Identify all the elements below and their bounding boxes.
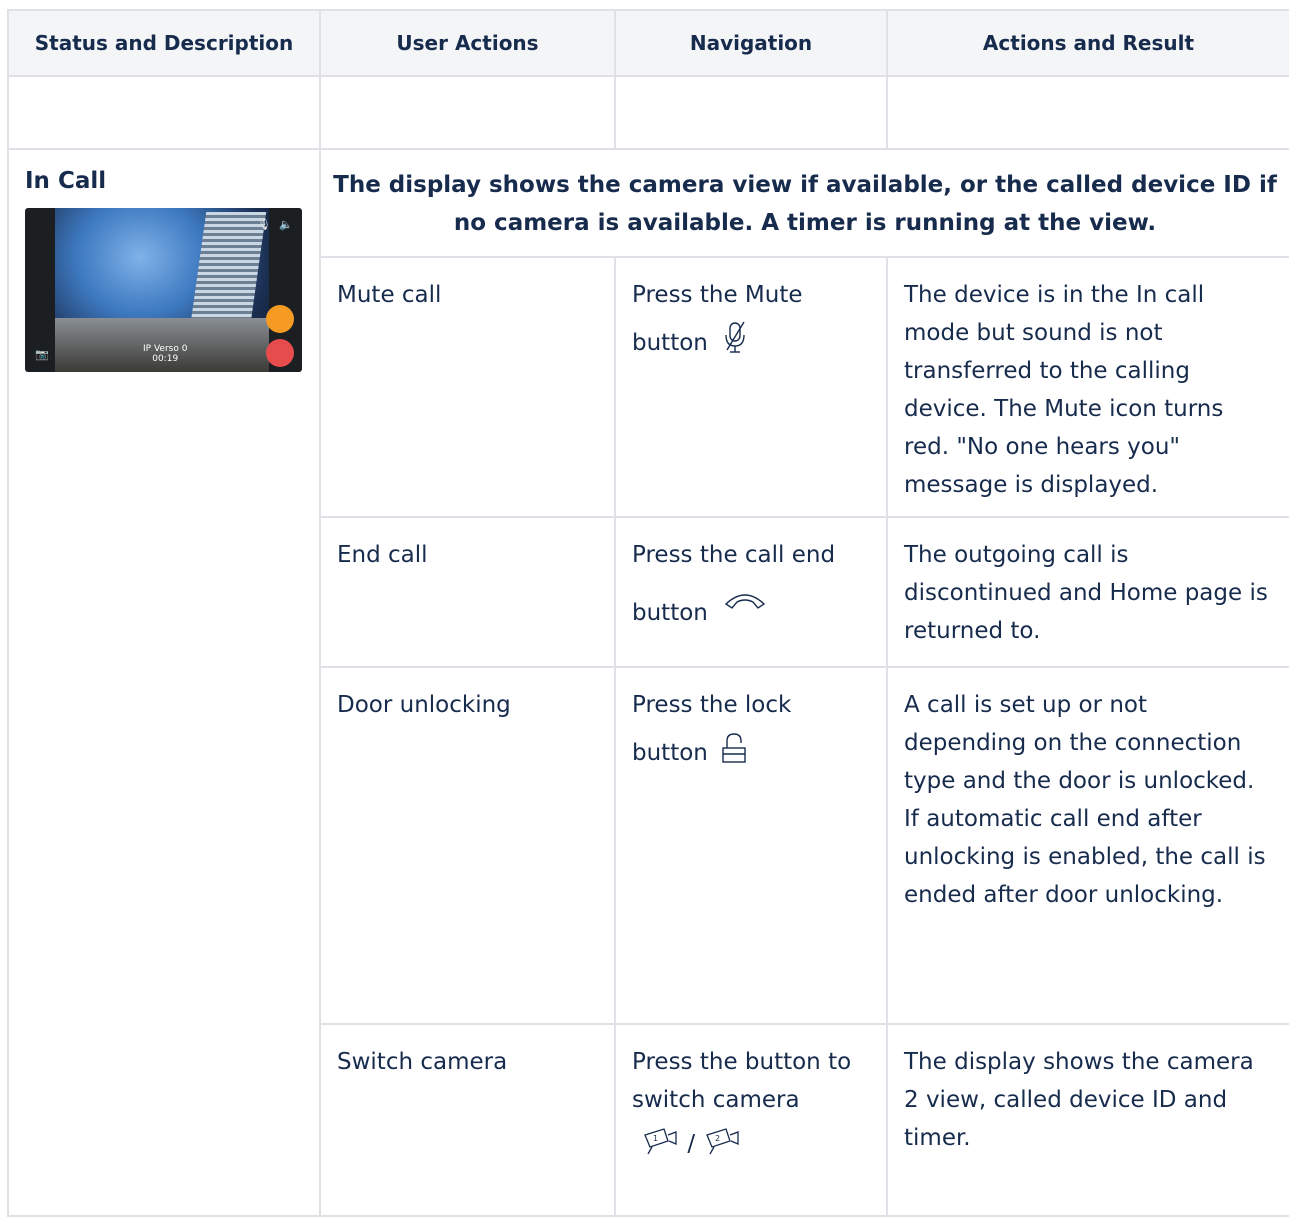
status-cell: In Call 🎙 🔈 📷 IP Verso 0 00:19 [7, 148, 321, 1217]
navigation-cell: Press the lock button [614, 666, 888, 1025]
nav-text: button [632, 330, 708, 356]
camera-icon: 📷 [35, 348, 49, 361]
nav-separator: / [687, 1131, 696, 1157]
call-timer: 00:19 [152, 354, 179, 364]
device-label: IP Verso 0 00:19 [143, 344, 187, 364]
navigation-cell: Press the button to switch camera 1 / 2 [614, 1023, 888, 1217]
nav-text: Press the Mute [632, 282, 803, 308]
result-cell: The outgoing call is discontinued and Ho… [886, 516, 1289, 668]
header-status: Status and Description [7, 9, 321, 77]
header-actions-result: Actions and Result [886, 9, 1289, 77]
user-action-cell: End call [319, 516, 616, 668]
user-action-cell: Switch camera [319, 1023, 616, 1217]
nav-text: Press the lock [632, 692, 792, 718]
empty-cell [319, 75, 616, 150]
nav-text: button [632, 740, 708, 766]
empty-cell [7, 75, 321, 150]
mute-microphone-icon [722, 318, 748, 376]
header-row: Status and Description User Actions Navi… [7, 9, 1289, 77]
empty-row [7, 75, 1289, 150]
navigation-cell: Press the Mute button [614, 256, 888, 518]
svg-text:2: 2 [715, 1134, 720, 1143]
status-title: In Call [25, 168, 107, 194]
camera-2-icon: 2 [704, 1127, 742, 1167]
user-action-cell: Mute call [319, 256, 616, 518]
call-end-icon [722, 574, 768, 632]
nav-text: button [632, 600, 708, 626]
nav-text: Press the button to switch camera [632, 1049, 852, 1113]
in-call-description: The display shows the camera view if ava… [319, 148, 1289, 258]
camera-1-icon: 1 [642, 1127, 680, 1167]
result-cell: The device is in the In call mode but so… [886, 256, 1289, 518]
header-navigation: Navigation [614, 9, 888, 77]
lock-icon [722, 728, 746, 786]
header-user-actions: User Actions [319, 9, 616, 77]
in-call-table: Status and Description User Actions Navi… [7, 9, 1289, 1217]
speaker-icon: 🔈 [279, 218, 293, 231]
empty-cell [614, 75, 888, 150]
empty-cell [886, 75, 1289, 150]
device-id: IP Verso 0 [143, 344, 188, 354]
result-cell: The display shows the camera 2 view, cal… [886, 1023, 1289, 1217]
in-call-heading-row: In Call 🎙 🔈 📷 IP Verso 0 00:19 The displ… [7, 148, 1289, 1217]
table-container: Status and Description User Actions Navi… [7, 9, 1289, 1217]
navigation-cell: Press the call end button [614, 516, 888, 668]
svg-text:1: 1 [653, 1134, 658, 1143]
mute-microphone-icon: 🎙 [257, 218, 271, 231]
result-cell: A call is set up or not depending on the… [886, 666, 1289, 1025]
lock-button [266, 305, 294, 333]
in-call-screenshot: 🎙 🔈 📷 IP Verso 0 00:19 [25, 208, 302, 372]
user-action-cell: Door unlocking [319, 666, 616, 1025]
nav-text: Press the call end [632, 542, 836, 568]
call-end-button [266, 339, 294, 367]
